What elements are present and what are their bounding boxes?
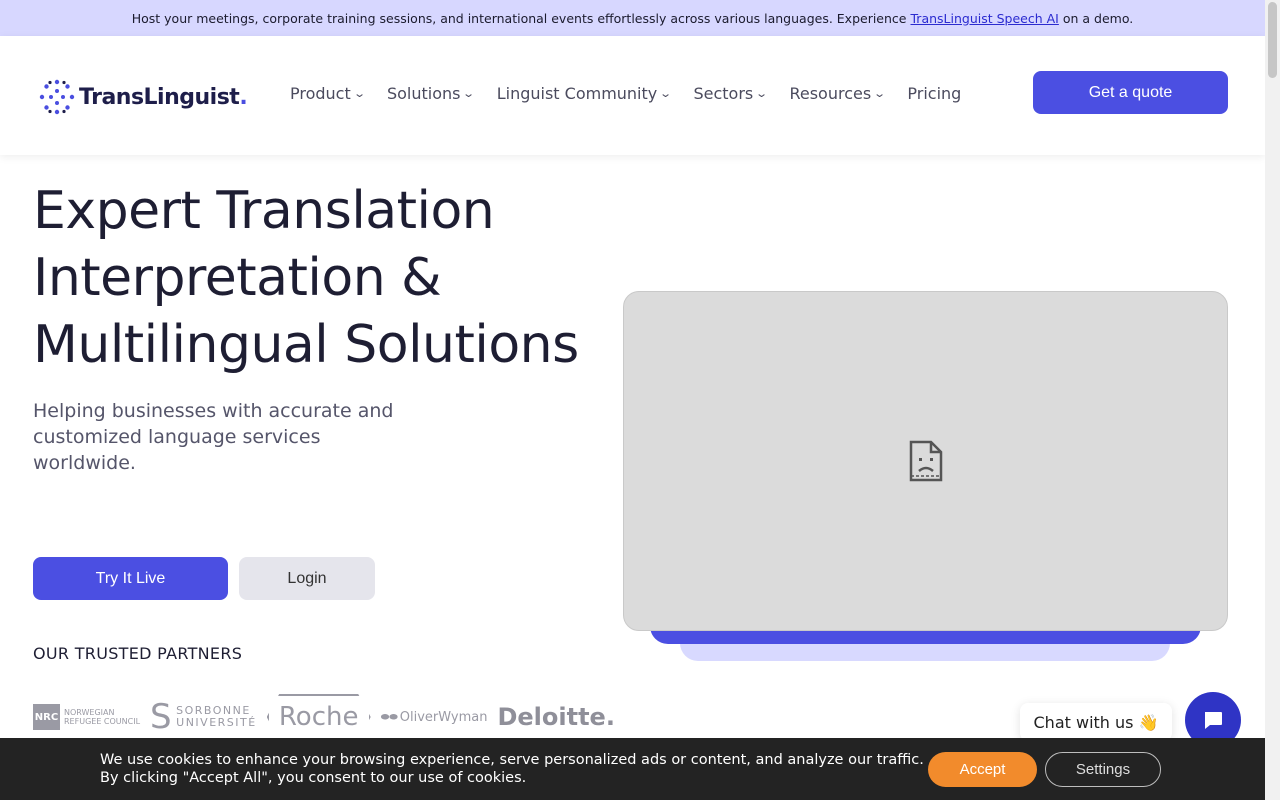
nav-label: Solutions [386,84,461,103]
announcement-link[interactable]: TransLinguist Speech AI [911,11,1059,26]
cookie-banner: We use cookies to enhance your browsing … [0,738,1265,800]
nav-item-linguist-community[interactable]: Linguist Community ⌄ [496,84,673,103]
oliver-wyman-logo: ⬬⬬ OliverWyman [380,709,488,725]
accept-cookies-button[interactable]: Accept [928,752,1037,787]
broken-image-icon [909,440,942,482]
announcement-bar: Host your meetings, corporate training s… [0,0,1265,36]
login-button[interactable]: Login [239,557,375,600]
logo-text: TransLinguist. [79,84,248,110]
oliver-wyman-mark-icon: ⬬⬬ [380,711,398,723]
scrollbar-thumb[interactable] [1268,2,1277,78]
hero-title: Expert Translation Interpretation & Mult… [33,178,579,379]
site-header: TransLinguist. Product ⌄ Solutions ⌄ Lingu… [0,36,1265,155]
nav-label: Product [290,84,351,103]
hero-video[interactable] [623,291,1228,631]
chat-bubble-icon [1205,712,1222,729]
hero-title-line: Interpretation & [33,248,442,308]
hero-subtitle: Helping businesses with accurate and cus… [33,400,394,474]
logo[interactable]: TransLinguist. [39,79,248,115]
chevron-down-icon: ⌄ [352,87,366,100]
nav-label: Pricing [907,84,962,103]
wave-emoji-icon: 👋 [1138,712,1159,732]
try-it-live-button[interactable]: Try It Live [33,557,228,600]
main-nav: Product ⌄ Solutions ⌄ Linguist Community ⌄ … [290,84,984,103]
roche-logo: Roche [266,694,371,740]
announcement-text: Host your meetings, corporate training s… [131,10,907,26]
announcement-text-end: on a demo. [1062,10,1134,26]
nav-label: Linguist Community [496,84,658,103]
chevron-down-icon: ⌄ [873,87,887,100]
cookie-text: We use cookies to enhance your browsing … [100,752,924,786]
logo-dots-icon [39,79,75,115]
nrc-logo: NRC NORWEGIAN REFUGEE COUNCIL [33,704,140,730]
nav-label: Sectors [693,84,754,103]
partners-title: OUR TRUSTED PARTNERS [33,644,243,663]
nav-item-solutions[interactable]: Solutions ⌄ [386,84,476,103]
nav-item-pricing[interactable]: Pricing [907,84,961,103]
page-scrollbar[interactable] [1265,0,1280,800]
get-quote-button[interactable]: Get a quote [1033,71,1228,114]
hero-title-line: Multilingual Solutions [33,315,579,375]
chat-with-us-label[interactable]: Chat with us 👋 [1020,703,1172,741]
sorbonne-logo: S SORBONNE UNIVERSITÉ [150,697,257,737]
nav-item-resources[interactable]: Resources ⌄ [789,84,887,103]
chevron-down-icon: ⌄ [462,87,476,100]
cookie-settings-button[interactable]: Settings [1045,752,1161,787]
deloitte-logo: Deloitte. [497,703,615,731]
hero-title-line: Expert Translation [33,181,495,241]
nav-item-sectors[interactable]: Sectors ⌄ [693,84,769,103]
nav-label: Resources [789,84,872,103]
nav-item-product[interactable]: Product ⌄ [290,84,366,103]
chevron-down-icon: ⌄ [755,87,769,100]
partner-logos: NRC NORWEGIAN REFUGEE COUNCIL S SORBONNE U… [33,694,625,740]
chevron-down-icon: ⌄ [659,87,673,100]
